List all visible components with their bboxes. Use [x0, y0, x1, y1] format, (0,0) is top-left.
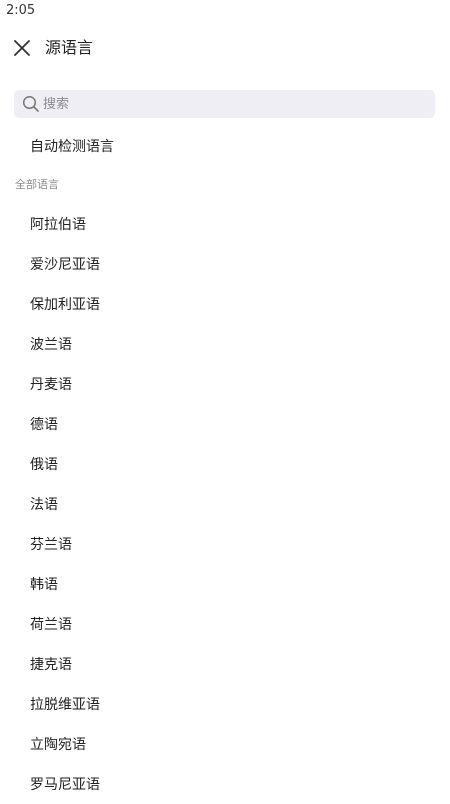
status-time: 2:05: [6, 3, 36, 18]
language-item[interactable]: 荷兰语: [0, 604, 450, 644]
language-item[interactable]: 阿拉伯语: [0, 204, 450, 244]
close-button[interactable]: [10, 36, 34, 60]
auto-detect-option[interactable]: 自动检测语言: [30, 136, 114, 158]
language-item[interactable]: 捷克语: [0, 644, 450, 684]
language-item[interactable]: 俄语: [0, 444, 450, 484]
page-title: 源语言: [45, 38, 94, 57]
language-item[interactable]: 波兰语: [0, 324, 450, 364]
close-icon: [14, 40, 30, 56]
language-item[interactable]: 丹麦语: [0, 364, 450, 404]
search-icon: [22, 95, 40, 113]
language-item[interactable]: 立陶宛语: [0, 724, 450, 764]
header: 源语言: [0, 28, 450, 68]
language-item[interactable]: 拉脱维亚语: [0, 684, 450, 724]
section-label-all-languages: 全部语言: [15, 178, 59, 191]
search-box[interactable]: [14, 90, 435, 118]
language-item[interactable]: 韩语: [0, 564, 450, 604]
search-input[interactable]: [43, 92, 423, 116]
language-item[interactable]: 保加利亚语: [0, 284, 450, 324]
language-item[interactable]: 罗马尼亚语: [0, 764, 450, 804]
language-item[interactable]: 芬兰语: [0, 524, 450, 564]
status-bar: 2:05: [0, 0, 450, 24]
language-list: 阿拉伯语 爱沙尼亚语 保加利亚语 波兰语 丹麦语 德语 俄语 法语 芬兰语 韩语…: [0, 204, 450, 804]
language-item[interactable]: 德语: [0, 404, 450, 444]
language-item[interactable]: 爱沙尼亚语: [0, 244, 450, 284]
language-item[interactable]: 法语: [0, 484, 450, 524]
